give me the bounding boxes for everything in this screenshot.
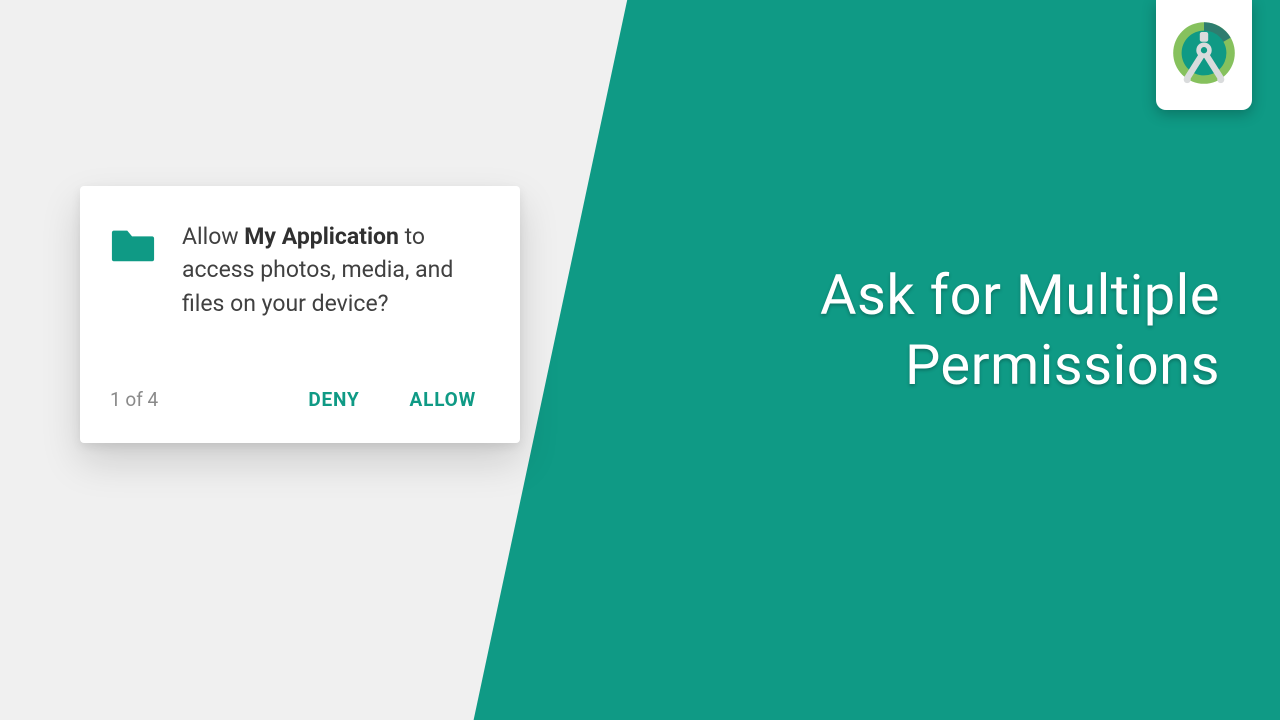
headline: Ask for Multiple Permissions [660,260,1220,400]
permission-dialog: Allow My Application to access photos, m… [80,186,520,443]
permission-counter: 1 of 4 [110,388,158,411]
folder-icon [110,224,156,268]
stage: Ask for Multiple Permissions [0,0,1280,720]
android-studio-logo-badge [1156,0,1252,110]
android-studio-icon [1169,18,1239,92]
headline-line1: Ask for Multiple [820,262,1220,328]
deny-button[interactable]: DENY [294,380,373,419]
permission-prefix: Allow [182,223,244,250]
permission-app-name: My Application [244,223,399,250]
permission-message: Allow My Application to access photos, m… [182,220,490,320]
allow-button[interactable]: ALLOW [396,380,490,419]
headline-line2: Permissions [905,332,1220,398]
